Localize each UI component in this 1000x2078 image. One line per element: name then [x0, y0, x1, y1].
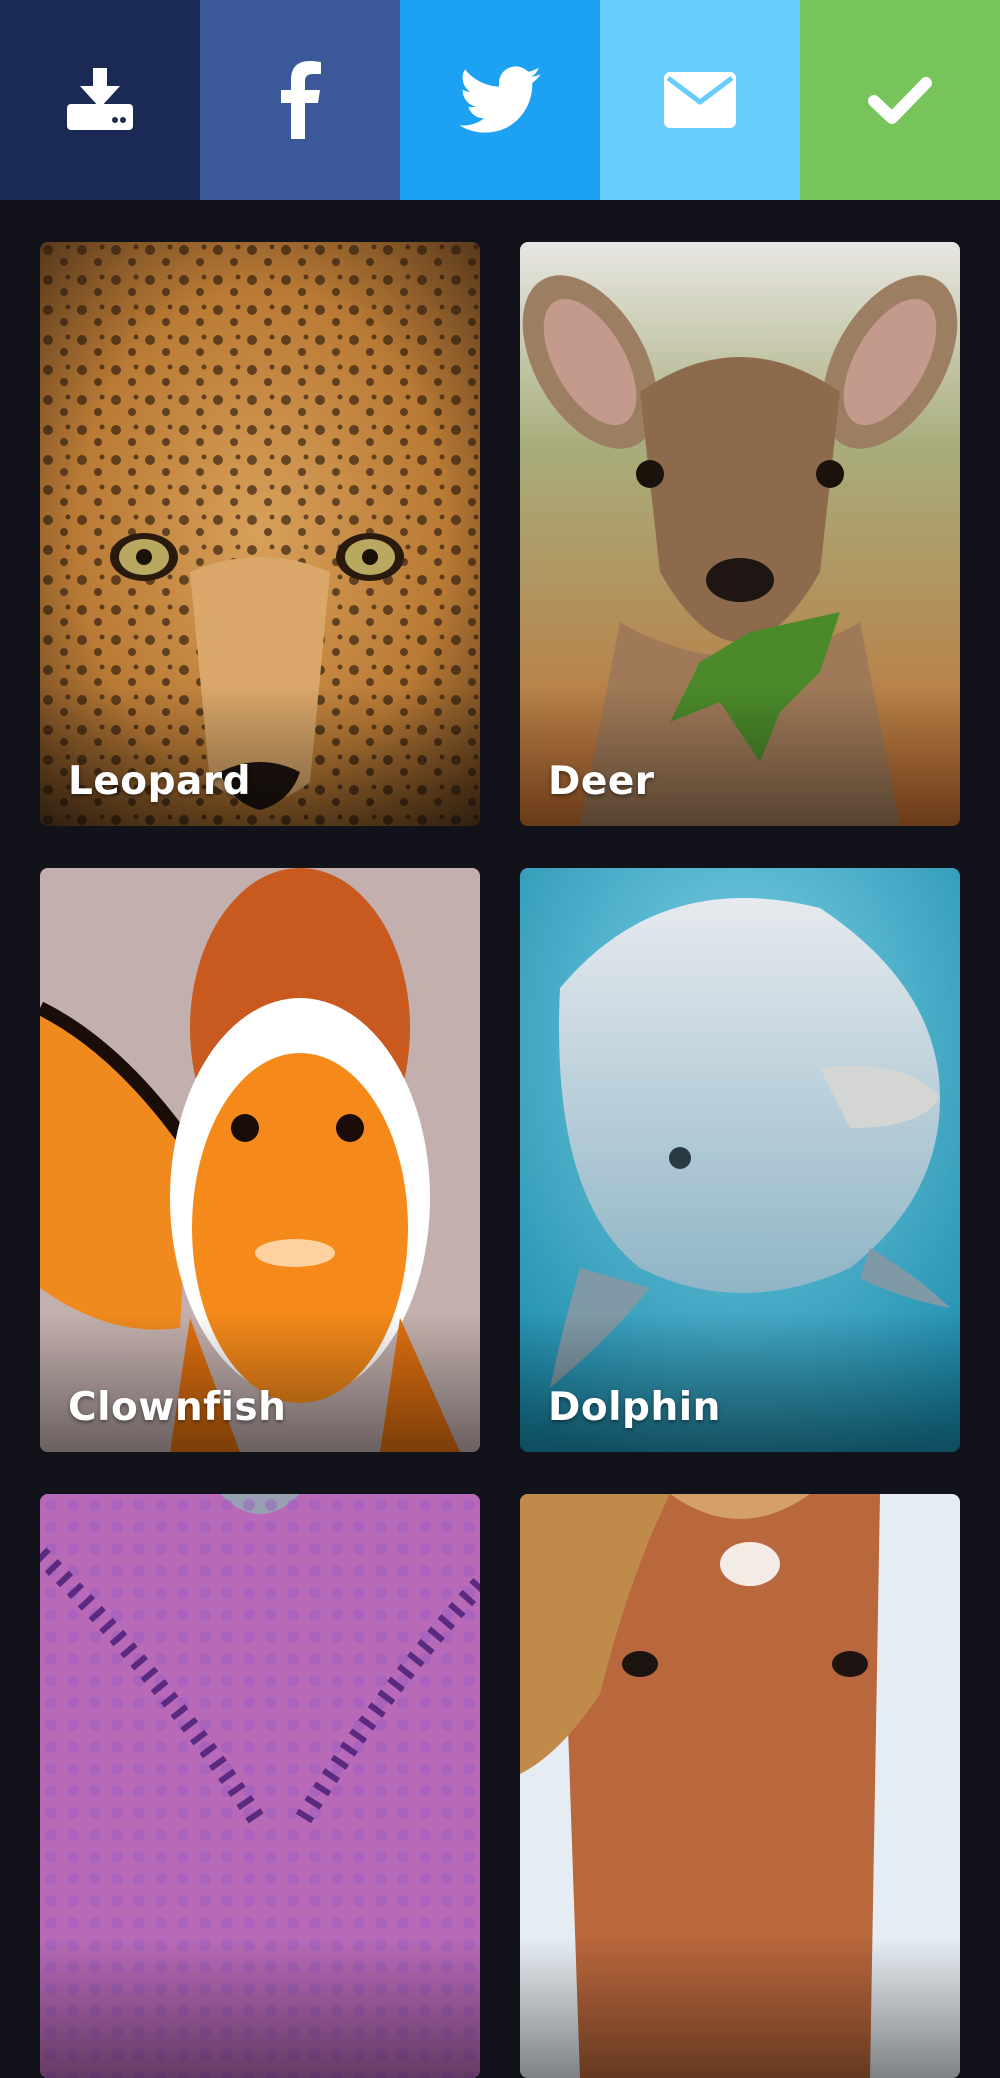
card-deer[interactable]: Deer [520, 242, 960, 826]
card-horse[interactable] [520, 1494, 960, 2078]
twitter-icon [459, 66, 541, 133]
card-label: Clownfish [68, 1385, 287, 1430]
card-starfish[interactable] [40, 1494, 480, 2078]
card-clownfish[interactable]: Clownfish [40, 868, 480, 1452]
card-label: Dolphin [548, 1385, 721, 1430]
download-icon [67, 68, 133, 130]
card-dolphin[interactable]: Dolphin [520, 868, 960, 1452]
email-icon [664, 72, 736, 128]
email-share-button[interactable] [600, 0, 800, 200]
facebook-share-button[interactable] [200, 0, 400, 200]
share-bar [0, 0, 1000, 200]
twitter-share-button[interactable] [400, 0, 600, 200]
card-leopard[interactable]: Leopard [40, 242, 480, 826]
confirm-button[interactable] [800, 0, 1000, 200]
card-label: Leopard [68, 759, 251, 804]
card-label: Deer [548, 759, 655, 804]
download-button[interactable] [0, 0, 200, 200]
facebook-icon [281, 61, 321, 139]
check-icon [868, 77, 932, 124]
animal-gallery: Leopard Deer Clownfish Dolphin [0, 200, 1000, 2078]
